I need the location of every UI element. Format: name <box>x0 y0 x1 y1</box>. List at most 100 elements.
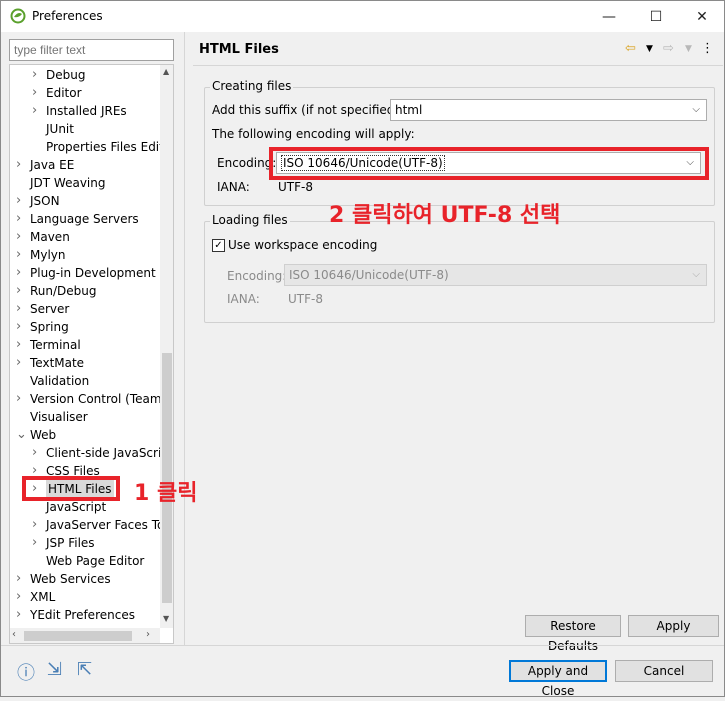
tree-item[interactable]: › Web Services <box>10 570 160 588</box>
tree-item[interactable]: › TextMate <box>10 354 160 372</box>
tree-item-label: Version Control (Team) <box>30 392 160 406</box>
tree-item-label: Spring <box>30 320 69 334</box>
annotation-step2: 2 클릭하여 UTF-8 선택 <box>329 203 561 228</box>
forward-arrow-icon[interactable]: ⇨ <box>663 41 674 56</box>
chevron-right-icon[interactable]: › <box>16 318 26 336</box>
import-icon[interactable]: ⇲ <box>47 659 62 680</box>
back-arrow-icon[interactable]: ⇦ <box>625 41 636 56</box>
tree-item[interactable]: ⌄ Web <box>10 426 160 444</box>
loading-iana-label: IANA: <box>227 292 260 306</box>
chevron-down-icon[interactable]: ⌄ <box>16 426 27 444</box>
tree-item[interactable]: › XML <box>10 588 160 606</box>
workspace-encoding-checkbox[interactable]: ✓ <box>212 239 225 252</box>
hscroll-thumb[interactable] <box>24 631 132 641</box>
tree-item[interactable]: › Spring <box>10 318 160 336</box>
chevron-down-icon: ⌵ <box>692 269 700 280</box>
chevron-right-icon[interactable]: › <box>32 66 42 84</box>
chevron-right-icon[interactable]: › <box>16 354 26 372</box>
tree-item-label: Plug-in Development <box>30 266 156 280</box>
tree-item[interactable]: › Mylyn <box>10 246 160 264</box>
tree-item[interactable]: › Maven <box>10 228 160 246</box>
tree-item-label: Editor <box>46 86 82 100</box>
scroll-up-icon[interactable]: ▲ <box>163 67 169 76</box>
tree-item[interactable]: › Java EE <box>10 156 160 174</box>
encoding-label: Encoding: <box>217 156 277 170</box>
annotation-box-encoding <box>269 147 709 180</box>
tree-horizontal-scrollbar[interactable]: ‹ › <box>10 628 160 643</box>
tree-item-label: Client-side JavaScript <box>46 446 160 460</box>
encoding-note: The following encoding will apply: <box>212 127 415 141</box>
pane-splitter[interactable] <box>184 32 185 645</box>
iana-label: IANA: <box>217 180 250 194</box>
scroll-right-icon[interactable]: › <box>146 629 150 640</box>
apply-and-close-button[interactable]: Apply and Close <box>509 660 607 698</box>
close-button[interactable]: ✕ <box>679 1 725 32</box>
tree-item[interactable]: Properties Files Edito <box>10 138 160 156</box>
tree-item[interactable]: › JSP Files <box>10 534 160 552</box>
chevron-right-icon[interactable]: › <box>16 246 26 264</box>
tree-item[interactable]: › Installed JREs <box>10 102 160 120</box>
minimize-button[interactable]: — <box>586 1 632 32</box>
tree-item[interactable]: › Client-side JavaScript <box>10 444 160 462</box>
tree-item[interactable]: › YEdit Preferences <box>10 606 160 624</box>
tree-item[interactable]: JUnit <box>10 120 160 138</box>
view-menu-icon[interactable]: ⋮ <box>701 41 714 56</box>
maximize-button[interactable]: ☐ <box>633 1 679 32</box>
workspace-encoding-label[interactable]: Use workspace encoding <box>228 238 377 252</box>
chevron-right-icon[interactable]: › <box>32 84 42 102</box>
tree-item[interactable]: Web Page Editor <box>10 552 160 570</box>
loading-files-legend: Loading files <box>210 213 290 227</box>
tree-item[interactable]: › Version Control (Team) <box>10 390 160 408</box>
tree-item-label: Visualiser <box>30 410 88 424</box>
tree-item[interactable]: › JavaServer Faces Too <box>10 516 160 534</box>
tree-item[interactable]: › Terminal <box>10 336 160 354</box>
tree-item[interactable]: Validation <box>10 372 160 390</box>
back-menu-chevron-icon[interactable]: ▼ <box>646 44 653 54</box>
tree-item[interactable]: › Plug-in Development <box>10 264 160 282</box>
restore-defaults-button[interactable]: Restore Defaults <box>525 615 621 653</box>
tree-item[interactable]: › Editor <box>10 84 160 102</box>
annotation-step1: 1 클릭 <box>134 481 198 506</box>
chevron-right-icon[interactable]: › <box>16 228 26 246</box>
tree-item-label: Terminal <box>30 338 81 352</box>
tree-item[interactable]: › Debug <box>10 66 160 84</box>
chevron-right-icon[interactable]: › <box>16 570 26 588</box>
chevron-right-icon[interactable]: › <box>16 210 26 228</box>
help-icon[interactable]: ⓘ <box>17 659 35 685</box>
chevron-right-icon[interactable]: › <box>32 102 42 120</box>
chevron-right-icon[interactable]: › <box>16 156 26 174</box>
chevron-right-icon[interactable]: › <box>16 300 26 318</box>
creating-files-legend: Creating files <box>210 79 294 93</box>
tree-item[interactable]: JDT Weaving <box>10 174 160 192</box>
tree-item-label: Properties Files Edito <box>46 140 160 154</box>
page-title: HTML Files <box>199 42 279 57</box>
forward-menu-chevron-icon[interactable]: ▼ <box>685 44 692 54</box>
cancel-button[interactable]: Cancel <box>615 660 713 682</box>
chevron-right-icon[interactable]: › <box>16 264 26 282</box>
chevron-right-icon[interactable]: › <box>32 534 42 552</box>
chevron-right-icon[interactable]: › <box>16 336 26 354</box>
chevron-right-icon[interactable]: › <box>16 606 26 624</box>
export-icon[interactable]: ⇱ <box>77 659 92 680</box>
tree-vertical-scrollbar[interactable]: ▲ ▼ <box>160 65 173 628</box>
tree-item-label: Java EE <box>30 158 75 172</box>
tree-item[interactable]: › JSON <box>10 192 160 210</box>
chevron-right-icon[interactable]: › <box>16 390 26 408</box>
scroll-left-icon[interactable]: ‹ <box>12 629 16 640</box>
apply-button[interactable]: Apply <box>628 615 719 637</box>
tree-item[interactable]: › Run/Debug <box>10 282 160 300</box>
tree-item[interactable]: › Server <box>10 300 160 318</box>
scroll-down-icon[interactable]: ▼ <box>163 614 169 623</box>
chevron-right-icon[interactable]: › <box>16 282 26 300</box>
tree-item-label: JSP Files <box>46 536 95 550</box>
window-title: Preferences <box>32 9 103 23</box>
chevron-right-icon[interactable]: › <box>16 192 26 210</box>
chevron-right-icon[interactable]: › <box>32 516 42 534</box>
chevron-right-icon[interactable]: › <box>32 444 42 462</box>
suffix-combo[interactable]: html ⌵ <box>390 99 707 121</box>
chevron-down-icon: ⌵ <box>692 104 700 115</box>
filter-input[interactable] <box>9 39 174 61</box>
tree-item[interactable]: Visualiser <box>10 408 160 426</box>
chevron-right-icon[interactable]: › <box>16 588 26 606</box>
tree-item[interactable]: › Language Servers <box>10 210 160 228</box>
